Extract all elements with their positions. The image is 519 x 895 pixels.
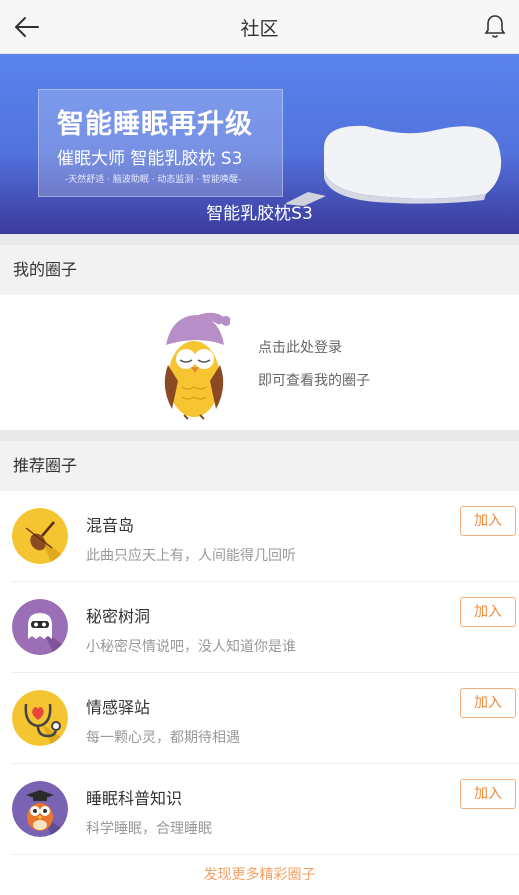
recommended-list: 混音岛 此曲只应天上有，人间能得几回听 加入 秘密树洞 小秘密尽情说吧，没人知道… (0, 491, 519, 895)
login-prompt[interactable]: 点击此处登录 即可查看我的圈子 (0, 295, 519, 430)
top-bar: 社区 (0, 0, 519, 54)
join-button[interactable]: 加入 (460, 506, 516, 536)
violin-icon (12, 508, 68, 564)
login-hint-line2: 即可查看我的圈子 (258, 373, 370, 389)
join-button[interactable]: 加入 (460, 688, 516, 718)
recommended-heading: 推荐圈子 (0, 430, 519, 491)
promo-features: -天然舒适 · 脑波助眠 · 动态监测 · 智能唤醒- (65, 175, 242, 185)
circle-name: 睡眠科普知识 (86, 789, 183, 808)
circle-desc: 每一颗心灵，都期待相遇 (86, 730, 240, 746)
promo-box: 智能睡眠再升级 催眠大师 智能乳胶枕 S3 -天然舒适 · 脑波助眠 · 动态监… (38, 89, 283, 197)
promo-subtitle: 催眠大师 智能乳胶枕 S3 (57, 149, 243, 169)
join-button[interactable]: 加入 (460, 597, 516, 627)
join-button[interactable]: 加入 (460, 779, 516, 809)
list-item[interactable]: 秘密树洞 小秘密尽情说吧，没人知道你是谁 加入 (12, 582, 519, 673)
banner-caption: 智能乳胶枕S3 (206, 204, 313, 224)
list-item[interactable]: 情感驿站 每一颗心灵，都期待相遇 加入 (12, 673, 519, 764)
circle-name: 混音岛 (86, 516, 135, 535)
ghost-icon (12, 599, 68, 655)
page-title: 社区 (240, 18, 279, 40)
sleepy-owl-icon (164, 312, 230, 420)
circle-desc: 小秘密尽情说吧，没人知道你是谁 (86, 639, 296, 655)
my-circle-heading: 我的圈子 (0, 234, 519, 295)
circle-desc: 此曲只应天上有，人间能得几回听 (86, 548, 296, 564)
bell-icon[interactable] (483, 13, 507, 41)
discover-more-link[interactable]: 发现更多精彩圈子 (0, 855, 519, 895)
promo-banner[interactable]: 智能睡眠再升级 催眠大师 智能乳胶枕 S3 -天然舒适 · 脑波助眠 · 动态监… (0, 54, 519, 234)
login-hint-line1: 点击此处登录 (258, 340, 342, 356)
promo-title: 智能睡眠再升级 (57, 109, 253, 140)
list-item[interactable]: 混音岛 此曲只应天上有，人间能得几回听 加入 (12, 491, 519, 582)
circle-name: 秘密树洞 (86, 607, 151, 626)
pillow-image (286, 125, 502, 206)
list-item[interactable]: 睡眠科普知识 科学睡眠，合理睡眠 加入 (12, 764, 519, 855)
owl-graduate-icon (12, 781, 68, 837)
circle-name: 情感驿站 (86, 698, 151, 717)
heart-stethoscope-icon (12, 690, 68, 746)
circle-desc: 科学睡眠，合理睡眠 (86, 821, 212, 837)
